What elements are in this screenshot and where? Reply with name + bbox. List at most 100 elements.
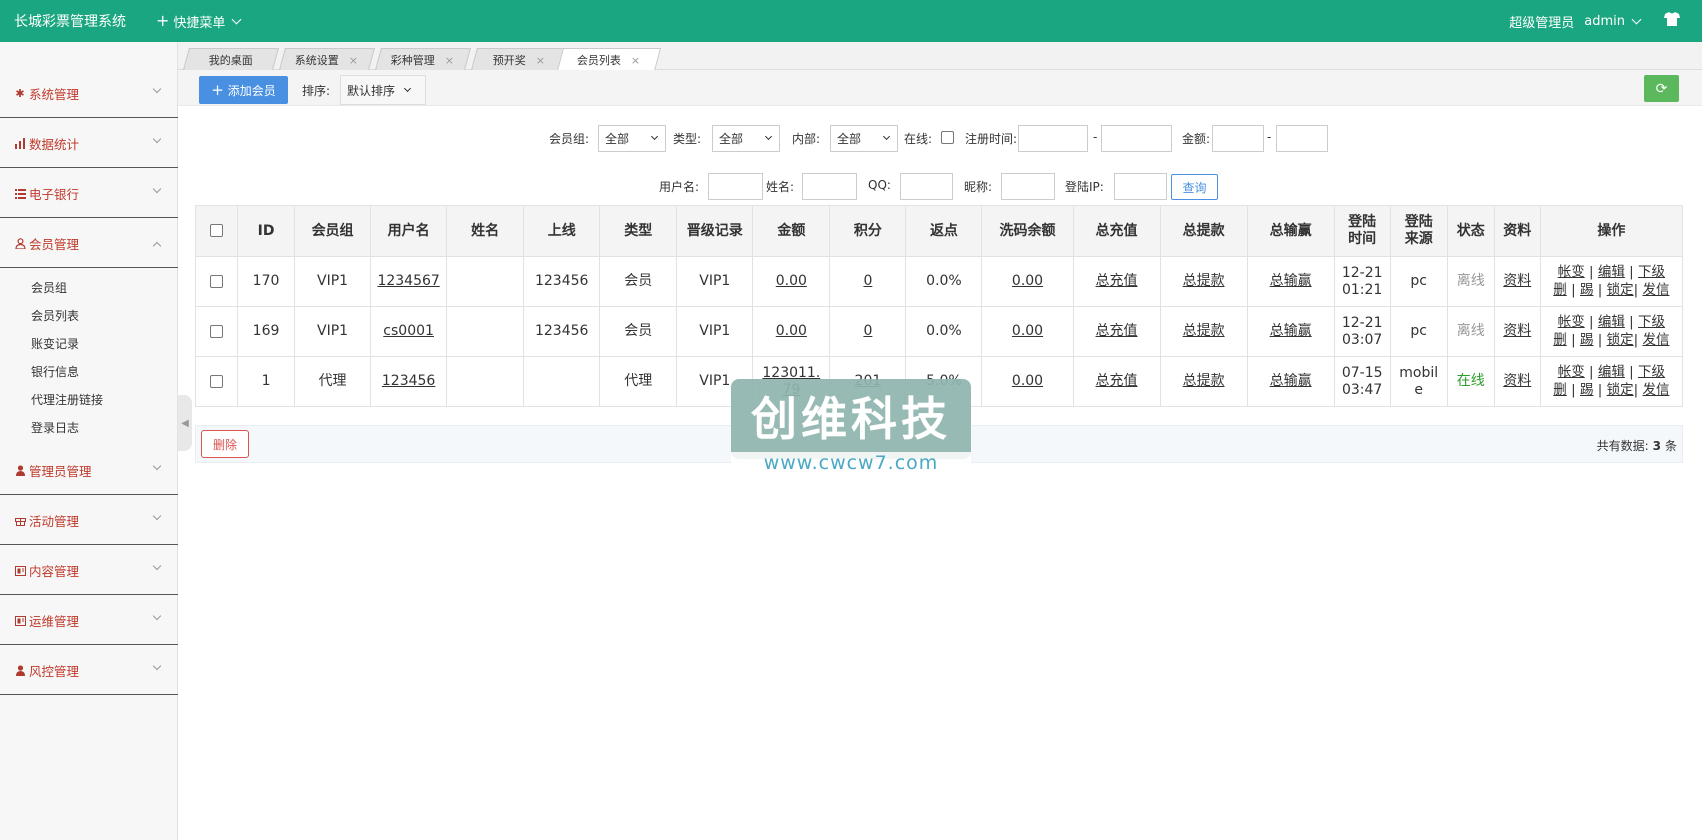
close-icon[interactable]: × [349,53,358,66]
role-label: 超级管理员 [1509,15,1575,31]
lock-link[interactable]: 锁定 [1607,382,1634,398]
account-change-link[interactable]: 帐变 [1558,264,1585,280]
kick-link[interactable]: 踢 [1580,382,1594,398]
refresh-button[interactable]: ⟳ [1644,75,1679,102]
filter-group-select[interactable]: 全部 [598,125,666,152]
filter-type-select[interactable]: 全部 [712,125,780,152]
delete-link[interactable]: 删 [1553,332,1567,348]
username-link[interactable]: cs0001 [383,323,434,339]
subordinate-link[interactable]: 下级 [1638,314,1665,330]
sidebar-item-admins[interactable]: 管理员管理 [0,447,178,495]
delete-link[interactable]: 删 [1553,282,1567,298]
total-suffix: 条 [1664,439,1677,453]
total-recharge-link[interactable]: 总充值 [1096,323,1138,339]
profile-link[interactable]: 资料 [1503,373,1531,389]
account-change-link[interactable]: 帐变 [1558,364,1585,380]
amount-link[interactable]: 0.00 [776,273,807,289]
kick-link[interactable]: 踢 [1580,332,1594,348]
filter-online-checkbox[interactable] [941,131,954,144]
close-icon[interactable]: × [445,53,454,66]
column-header: 操作 [1539,205,1684,257]
sidebar-item-members[interactable]: 会员管理 [0,220,178,268]
query-button[interactable]: 查询 [1171,174,1218,200]
sidebar-item-statistics[interactable]: 数据统计 [0,120,178,168]
message-link[interactable]: 发信 [1642,332,1669,348]
filter-loginip-label: 登陆IP: [1065,180,1104,194]
submenu-item-bank-info[interactable]: 银行信息 [0,358,178,386]
filter-loginip-input[interactable] [1114,173,1167,200]
filter-amount-max-input[interactable] [1276,125,1328,152]
edit-link[interactable]: 编辑 [1598,264,1625,280]
row-checkbox[interactable] [210,324,223,338]
filter-nickname-input[interactable] [1001,173,1055,200]
total-recharge-link[interactable]: 总充值 [1096,373,1138,389]
tab-pre-draw[interactable]: 预开奖 × [471,48,567,70]
tab-lottery-types[interactable]: 彩种管理 × [375,48,471,70]
sidebar-item-ebank[interactable]: 电子银行 [0,170,178,218]
sidebar-item-content[interactable]: 内容管理 [0,547,178,595]
sort-select[interactable]: 默认排序 [340,75,426,105]
submenu-item-agent-register-link[interactable]: 代理注册链接 [0,386,178,414]
submenu-item-login-log[interactable]: 登录日志 [0,414,178,442]
quick-menu-button[interactable]: + 快捷菜单 [156,12,242,31]
cell-promo: VIP1 [676,306,754,357]
wash-link[interactable]: 0.00 [1012,273,1043,289]
profile-link[interactable]: 资料 [1503,323,1531,339]
kick-link[interactable]: 踢 [1580,282,1594,298]
account-change-link[interactable]: 帐变 [1558,314,1585,330]
filter-qq-input[interactable] [900,173,953,200]
close-icon[interactable]: × [536,53,545,66]
total-winloss-link[interactable]: 总输赢 [1270,373,1312,389]
table-header-row: ID 会员组 用户名 姓名 上线 类型 晋级记录 金额 积分 返点 洗码余额 总… [194,205,1684,257]
username-link[interactable]: 1234567 [377,273,439,289]
total-winloss-link[interactable]: 总输赢 [1270,273,1312,289]
filter-name-input[interactable] [802,173,857,200]
submenu-item-member-list[interactable]: 会员列表 [0,302,178,330]
row-checkbox[interactable] [210,374,223,388]
theme-shirt-icon[interactable] [1664,12,1680,30]
sidebar-item-activities[interactable]: 活动管理 [0,497,178,545]
sidebar-collapse-handle[interactable]: ◀ [178,395,192,451]
subordinate-link[interactable]: 下级 [1638,264,1665,280]
message-link[interactable]: 发信 [1642,382,1669,398]
total-recharge-link[interactable]: 总充值 [1096,273,1138,289]
sidebar-item-risk[interactable]: 风控管理 [0,647,178,695]
submenu-item-account-changes[interactable]: 账变记录 [0,330,178,358]
points-link[interactable]: 0 [863,323,872,339]
batch-delete-button[interactable]: 删除 [201,430,249,458]
lock-link[interactable]: 锁定 [1607,282,1634,298]
total-winloss-link[interactable]: 总输赢 [1270,323,1312,339]
submenu-item-member-group[interactable]: 会员组 [0,274,178,302]
tab-member-list[interactable]: 会员列表 × [556,48,662,71]
amount-link[interactable]: 0.00 [776,323,807,339]
close-icon[interactable]: × [631,54,640,67]
select-all-checkbox[interactable] [210,224,223,237]
message-link[interactable]: 发信 [1642,282,1669,298]
delete-link[interactable]: 删 [1553,382,1567,398]
points-link[interactable]: 0 [863,273,872,289]
filter-regtime-end-input[interactable] [1101,125,1172,152]
tab-desktop[interactable]: 我的桌面 [183,48,279,70]
total-withdraw-link[interactable]: 总提款 [1183,373,1225,389]
sidebar-item-system[interactable]: ✱ 系统管理 [0,70,178,118]
row-checkbox[interactable] [210,274,223,288]
filter-amount-min-input[interactable] [1212,125,1264,152]
tab-system-settings[interactable]: 系统设置 × [279,48,375,70]
column-header: 类型 [599,205,678,257]
user-menu[interactable]: admin [1584,14,1642,29]
lock-link[interactable]: 锁定 [1607,332,1634,348]
total-withdraw-link[interactable]: 总提款 [1183,323,1225,339]
username-link[interactable]: 123456 [382,373,435,389]
wash-link[interactable]: 0.00 [1012,373,1043,389]
filter-regtime-start-input[interactable] [1018,125,1088,152]
edit-link[interactable]: 编辑 [1598,364,1625,380]
subordinate-link[interactable]: 下级 [1638,364,1665,380]
add-member-button[interactable]: + 添加会员 [199,76,288,104]
profile-link[interactable]: 资料 [1503,273,1531,289]
filter-internal-select[interactable]: 全部 [830,125,898,152]
edit-link[interactable]: 编辑 [1598,314,1625,330]
filter-username-input[interactable] [708,173,763,200]
sidebar-item-ops[interactable]: 运维管理 [0,597,178,645]
wash-link[interactable]: 0.00 [1012,323,1043,339]
total-withdraw-link[interactable]: 总提款 [1183,273,1225,289]
